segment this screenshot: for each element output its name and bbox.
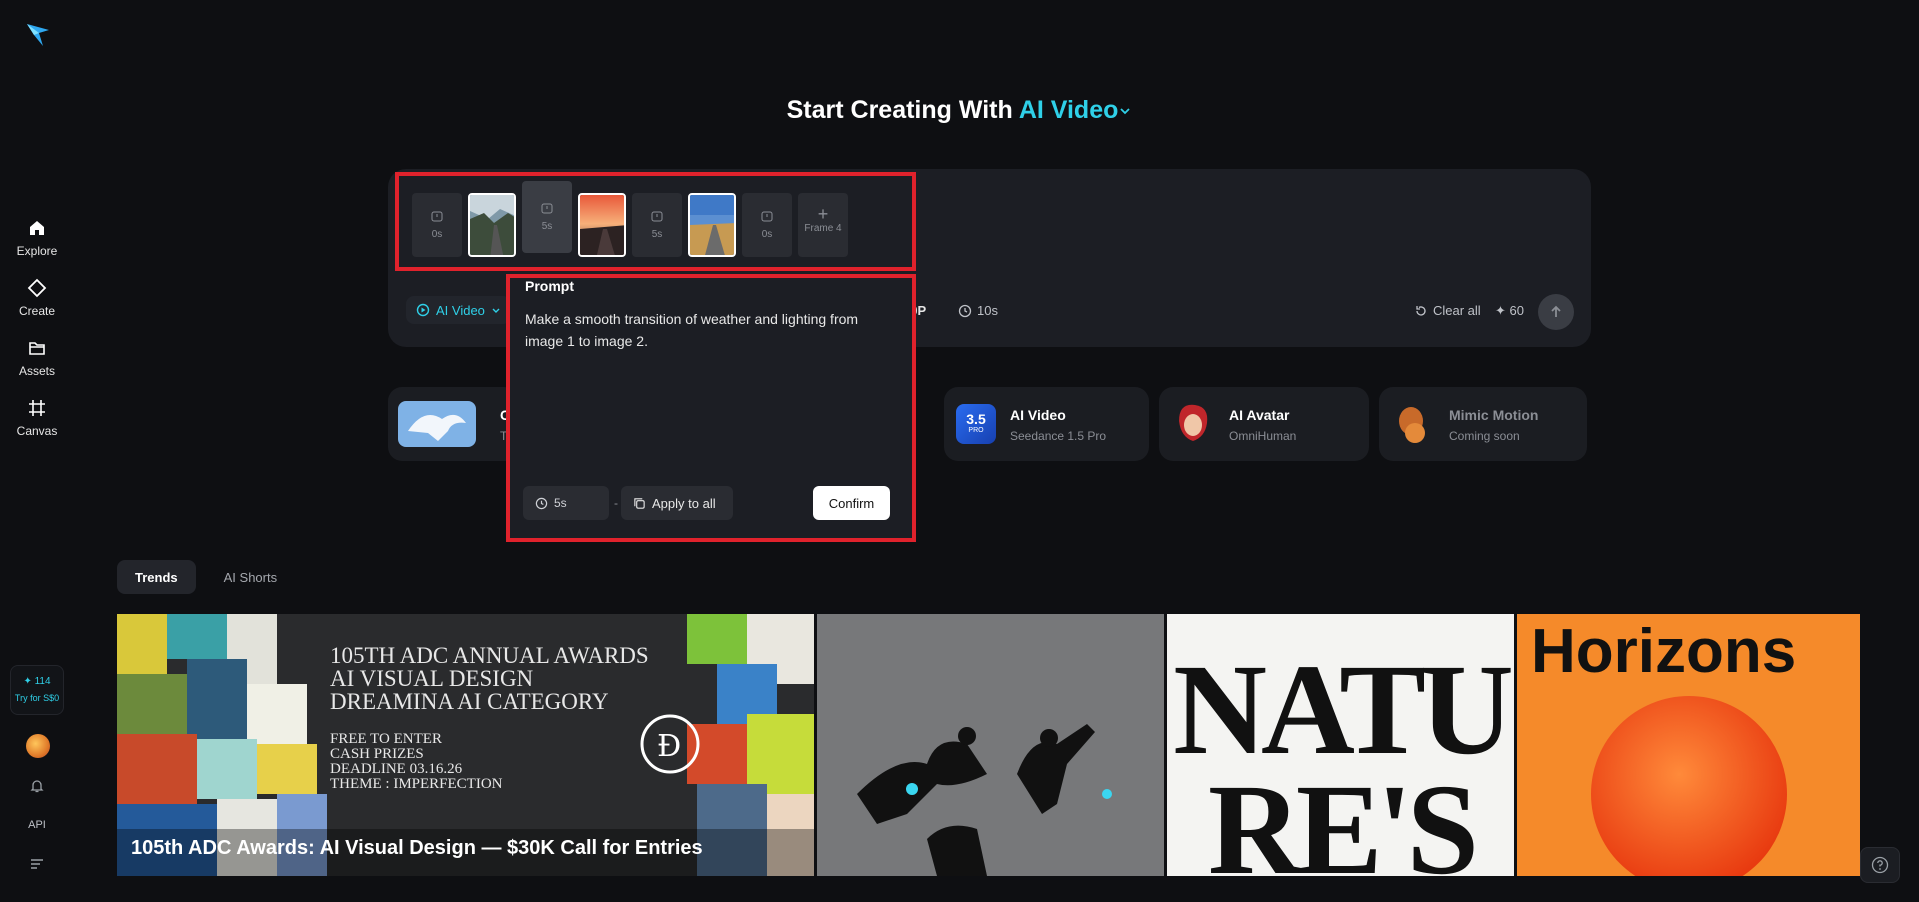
chevron-down-icon: [492, 308, 500, 313]
title-prefix: Start Creating With: [786, 96, 1013, 124]
avatar-thumbnail: [1179, 404, 1208, 441]
feature-subtitle: OmniHuman: [1229, 429, 1297, 443]
mode-selector[interactable]: AI Video: [1019, 96, 1133, 124]
home-icon: [30, 221, 44, 235]
adc-awards-banner[interactable]: Đ 105TH ADC ANNUAL AWARDS AI VISUAL DESI…: [117, 614, 814, 876]
sidebar-item-explore[interactable]: Explore: [0, 218, 74, 260]
feature-card-mimic-motion[interactable]: Mimic Motion Coming soon: [1379, 387, 1587, 461]
clear-all-button[interactable]: Clear all: [1414, 303, 1481, 318]
menu-button[interactable]: [0, 857, 74, 874]
credit-offer-label: Try for S$0: [14, 693, 60, 703]
gallery-tile-climbers[interactable]: [817, 614, 1164, 876]
pegasus-thumbnail: [398, 401, 476, 447]
banner-line: AI VISUAL DESIGN: [330, 666, 534, 691]
api-link[interactable]: API: [0, 819, 74, 831]
credit-cost: ✦ 60: [1495, 303, 1524, 318]
canvas-icon: [29, 400, 45, 416]
banner-caption: 105th ADC Awards: AI Visual Design — $30…: [131, 837, 703, 859]
horizons-title: Horizons: [1531, 617, 1797, 686]
banner-headline: 105TH ADC ANNUAL AWARDS AI VISUAL DESIGN…: [330, 644, 649, 713]
generate-button[interactable]: [1538, 294, 1574, 330]
bell-icon: [30, 780, 44, 793]
svg-text:Đ: Đ: [657, 729, 681, 764]
feature-card-image[interactable]: C T: [388, 387, 518, 461]
credit-amount: ✦ 114: [23, 676, 51, 687]
page-title: Start Creating With AI Video: [0, 96, 1919, 125]
chevron-down-icon: [1120, 108, 1131, 115]
help-button[interactable]: [1860, 847, 1900, 883]
credits-offer[interactable]: ✦ 114 Try for S$0: [10, 665, 64, 715]
help-icon: [1871, 856, 1889, 874]
tab-ai-shorts[interactable]: AI Shorts: [206, 560, 295, 594]
content-tabs: Trends AI Shorts: [117, 560, 295, 594]
highlight-prompt: [506, 274, 916, 542]
sidebar-item-canvas[interactable]: Canvas: [0, 398, 74, 440]
mode-dropdown-label: AI Video: [436, 302, 485, 318]
create-icon: [27, 278, 47, 298]
mode-label: AI Video: [1018, 96, 1119, 124]
highlight-frames: [395, 172, 916, 271]
notifications-button[interactable]: [0, 778, 74, 797]
tab-trends[interactable]: Trends: [117, 560, 196, 594]
gallery-tile-nature[interactable]: NATU RE'S: [1167, 614, 1514, 876]
banner-detail: DEADLINE 03.16.26: [330, 761, 463, 777]
feature-card-ai-avatar[interactable]: AI Avatar OmniHuman: [1159, 387, 1369, 461]
clear-all-label: Clear all: [1433, 303, 1481, 318]
banner-detail: FREE TO ENTER: [330, 731, 442, 747]
seedance-badge-icon: 3.5 PRO: [956, 404, 996, 444]
folder-icon: [29, 342, 45, 355]
nature-lettering: NATU RE'S: [1173, 638, 1514, 876]
climbers-artwork: [817, 614, 1164, 876]
clock-icon: [958, 304, 972, 317]
duration-label: 10s: [977, 303, 998, 318]
banner-detail: CASH PRIZES: [330, 746, 424, 762]
feature-subtitle: Seedance 1.5 Pro: [1010, 429, 1107, 443]
feature-title: AI Avatar: [1229, 407, 1290, 423]
sidebar-item-label: Canvas: [16, 424, 58, 438]
gallery-tile-horizons[interactable]: Horizons: [1517, 614, 1860, 876]
sidebar-item-create[interactable]: Create: [0, 278, 74, 320]
feature-subtitle: Coming soon: [1449, 429, 1520, 443]
user-avatar[interactable]: [26, 734, 50, 758]
banner-detail: THEME : IMPERFECTION: [330, 776, 503, 792]
feature-card-ai-video[interactable]: 3.5 PRO AI Video Seedance 1.5 Pro: [944, 387, 1149, 461]
sidebar-item-label: Assets: [18, 364, 55, 378]
reset-icon: [1416, 305, 1426, 316]
banner-line: 105TH ADC ANNUAL AWARDS: [330, 643, 649, 668]
sidebar-item-label: Explore: [16, 244, 58, 258]
arrow-up-icon: [1551, 305, 1561, 317]
feature-title: AI Video: [1010, 407, 1066, 423]
video-icon: [416, 303, 430, 317]
feature-title: Mimic Motion: [1449, 407, 1539, 423]
duration-selector[interactable]: 10s: [958, 303, 998, 318]
badge-tier: PRO: [968, 427, 984, 434]
menu-icon: [31, 859, 43, 869]
banner-line: DREAMINA AI CATEGORY: [330, 689, 609, 714]
mode-dropdown[interactable]: AI Video: [406, 296, 511, 324]
mimic-thumbnail: [1399, 407, 1425, 443]
badge-version: 3.5: [966, 411, 986, 427]
app-logo[interactable]: [24, 20, 52, 48]
sidebar-item-label: Create: [18, 304, 56, 318]
sidebar-item-assets[interactable]: Assets: [0, 338, 74, 380]
banner-details: FREE TO ENTER CASH PRIZES DEADLINE 03.16…: [330, 732, 503, 792]
